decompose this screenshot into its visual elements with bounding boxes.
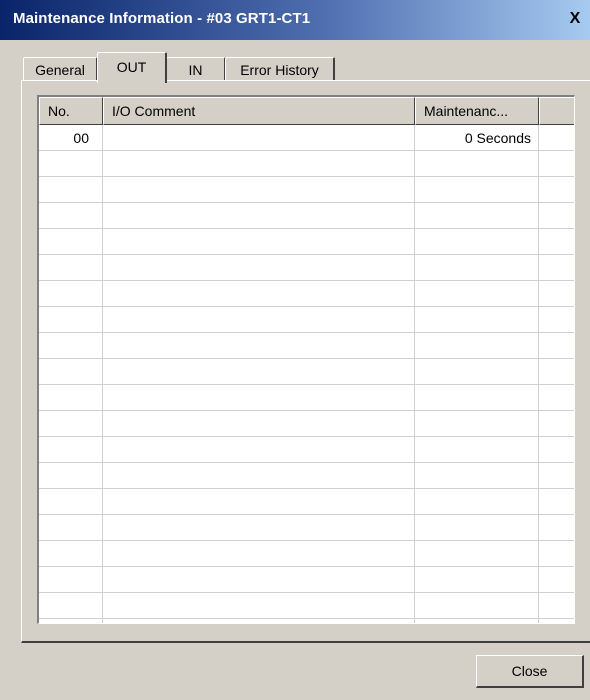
tab-out[interactable]: OUT <box>97 52 167 83</box>
table-row <box>39 281 574 307</box>
column-header-blank <box>539 97 574 125</box>
tab-panel-out: No. I/O Comment Maintenanc... 00 0 Secon… <box>21 80 590 643</box>
table-row <box>39 177 574 203</box>
column-header-maintenance[interactable]: Maintenanc... <box>415 97 539 125</box>
table-row <box>39 203 574 229</box>
table-row <box>39 333 574 359</box>
row-no: 00 <box>73 130 89 146</box>
table-row <box>39 255 574 281</box>
column-header-no[interactable]: No. <box>39 97 103 125</box>
table-row <box>39 437 574 463</box>
close-button[interactable]: Close <box>476 655 584 688</box>
row-io-comment <box>111 125 411 151</box>
table-row <box>39 359 574 385</box>
table-row <box>39 151 574 177</box>
io-list[interactable]: No. I/O Comment Maintenanc... 00 0 Secon… <box>37 95 575 624</box>
table-row <box>39 463 574 489</box>
table-row <box>39 307 574 333</box>
table-row <box>39 593 574 619</box>
table-row <box>39 619 574 623</box>
table-row <box>39 541 574 567</box>
list-header: No. I/O Comment Maintenanc... <box>39 97 574 125</box>
window-title: Maintenance Information - #03 GRT1-CT1 <box>13 10 311 27</box>
table-row <box>39 567 574 593</box>
column-header-io-comment[interactable]: I/O Comment <box>103 97 415 125</box>
table-row <box>39 229 574 255</box>
table-row <box>39 489 574 515</box>
table-row[interactable]: 00 0 Seconds <box>39 125 574 151</box>
table-row <box>39 385 574 411</box>
title-bar: Maintenance Information - #03 GRT1-CT1 X <box>0 0 590 40</box>
table-row <box>39 515 574 541</box>
table-row <box>39 411 574 437</box>
close-icon[interactable]: X <box>566 10 584 28</box>
list-rows: 00 0 Seconds <box>39 125 574 623</box>
row-maintenance: 0 Seconds <box>464 130 531 146</box>
